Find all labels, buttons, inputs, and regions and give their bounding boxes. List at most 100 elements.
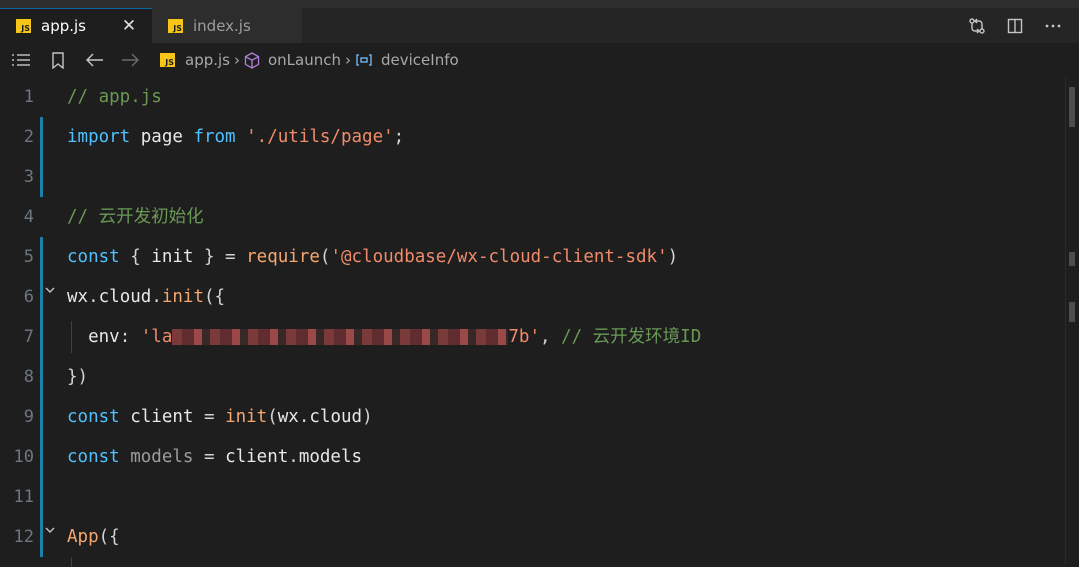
code-token: // 云开发环境ID (561, 327, 702, 347)
code-line[interactable]: 11 (0, 477, 1060, 517)
bookmark-icon[interactable] (47, 50, 69, 70)
vertical-scrollbar[interactable] (1065, 77, 1079, 564)
code-text: env: 'la 7b', // 云开发环境ID (67, 317, 701, 357)
code-line[interactable]: 2 import page from './utils/page'; (0, 117, 1060, 157)
code-text: // 云开发初始化 (67, 197, 204, 237)
breadcrumb: JS app.js › onLaunch › deviceInfo (160, 43, 459, 77)
tab-label: index.js (193, 16, 251, 35)
code-token: const (67, 407, 120, 427)
code-line[interactable]: 6 wx.cloud.init({ (0, 277, 1060, 317)
code-text: import page from './utils/page'; (67, 117, 404, 157)
compare-changes-icon[interactable] (967, 16, 987, 36)
back-arrow-icon[interactable] (84, 50, 106, 70)
line-number: 8 (23, 367, 34, 387)
javascript-file-icon: JS (168, 18, 183, 33)
code-token: ( (319, 247, 331, 267)
code-token: ( (267, 407, 278, 427)
code-line[interactable]: 1 // app.js (0, 77, 1060, 117)
code-editor[interactable]: 1 // app.js 2 import page from './utils/pag… (0, 77, 1079, 567)
line-number: 9 (23, 407, 34, 427)
split-editor-icon[interactable] (1005, 16, 1025, 36)
code-token: const (67, 447, 120, 467)
line-number: 3 (23, 167, 34, 187)
breadcrumb-bar: JS app.js › onLaunch › deviceInfo (0, 43, 1079, 77)
code-line[interactable]: 8}) (0, 357, 1060, 397)
code-token: { (119, 247, 152, 267)
indent-guide (71, 557, 72, 567)
code-line[interactable]: 5 const { init } = require('@cloudbase/wx… (0, 237, 1060, 277)
close-icon[interactable]: ✕ (120, 17, 138, 35)
breadcrumb-file[interactable]: app.js (185, 51, 230, 69)
breadcrumb-separator: › (234, 51, 240, 69)
code-token: = (203, 447, 226, 467)
method-icon (244, 51, 260, 69)
tab-app-js[interactable]: JS app.js ✕ (0, 8, 152, 43)
code-token: env (67, 327, 120, 347)
code-token: wx (277, 407, 299, 427)
code-line[interactable]: 9 const client = init(wx.cloud) (0, 397, 1060, 437)
more-actions-icon[interactable] (1043, 16, 1063, 36)
code-token: 7b' (508, 327, 540, 347)
code-token: // app.js (67, 87, 162, 107)
breadcrumb-property[interactable]: deviceInfo (381, 51, 459, 69)
code-token: page (130, 127, 194, 147)
fold-chevron-icon[interactable] (44, 277, 56, 317)
outline-list-icon[interactable] (10, 50, 32, 70)
property-icon (355, 53, 373, 67)
code-token: const (67, 247, 120, 267)
code-token: from (193, 127, 236, 147)
code-line[interactable]: 3 (0, 157, 1060, 197)
code-token: require (246, 247, 320, 267)
redacted-value (172, 329, 509, 345)
line-number: 1 (23, 87, 34, 107)
javascript-file-icon: JS (160, 53, 175, 67)
code-line[interactable]: 10 const models = client.models (0, 437, 1060, 477)
scrollbar-marker (1069, 87, 1075, 127)
code-token: . (151, 287, 162, 307)
code-line[interactable]: 4 // 云开发初始化 (0, 197, 1060, 237)
editor-actions (949, 8, 1063, 43)
line-number: 11 (13, 487, 34, 507)
line-number: 5 (23, 247, 34, 267)
code-token: wx (67, 287, 89, 307)
code-token: cloud (309, 407, 363, 427)
code-token: cloud (98, 287, 152, 307)
code-text: const { init } = require('@cloudbase/wx-… (67, 237, 678, 277)
breadcrumb-method[interactable]: onLaunch (268, 51, 341, 69)
line-number: 6 (23, 287, 34, 307)
code-token: ({ (204, 287, 226, 307)
code-line[interactable]: 12 App({ (0, 517, 1060, 557)
scrollbar-marker (1069, 302, 1075, 322)
code-token: 'la (140, 327, 173, 347)
code-token: '@cloudbase/wx-cloud-client-sdk' (330, 247, 668, 267)
line-number: 2 (23, 127, 34, 147)
code-text: App({ (67, 517, 120, 557)
code-token: ) (362, 407, 373, 427)
code-token: models (119, 447, 204, 467)
code-token: init (151, 247, 194, 267)
code-token: './utils/page' (246, 127, 394, 147)
code-line[interactable]: 7 env: 'la 7b', // 云开发环境ID (0, 317, 1060, 357)
tab-bar: JS app.js ✕ JS index.js (0, 0, 1079, 43)
code-token: ) (667, 247, 679, 267)
fold-chevron-icon[interactable] (44, 517, 56, 557)
scrollbar-marker (1069, 252, 1075, 266)
tab-index-js[interactable]: JS index.js (152, 8, 302, 43)
line-number: 12 (13, 527, 34, 547)
code-text: const client = init(wx.cloud) (67, 397, 373, 437)
tab-label: app.js (41, 17, 86, 35)
code-token: ; (393, 127, 405, 147)
code-text: wx.cloud.init({ (67, 277, 225, 317)
code-token: }) (67, 367, 89, 387)
code-token: } = (193, 247, 247, 267)
code-token: = (203, 407, 226, 427)
javascript-file-icon: JS (16, 19, 31, 33)
code-token: models (298, 447, 363, 467)
code-token: client (119, 407, 204, 427)
code-token: , (539, 327, 562, 347)
code-token: import (67, 127, 131, 147)
forward-arrow-icon[interactable] (119, 50, 141, 70)
code-token: . (288, 447, 299, 467)
line-number: 10 (13, 447, 34, 467)
